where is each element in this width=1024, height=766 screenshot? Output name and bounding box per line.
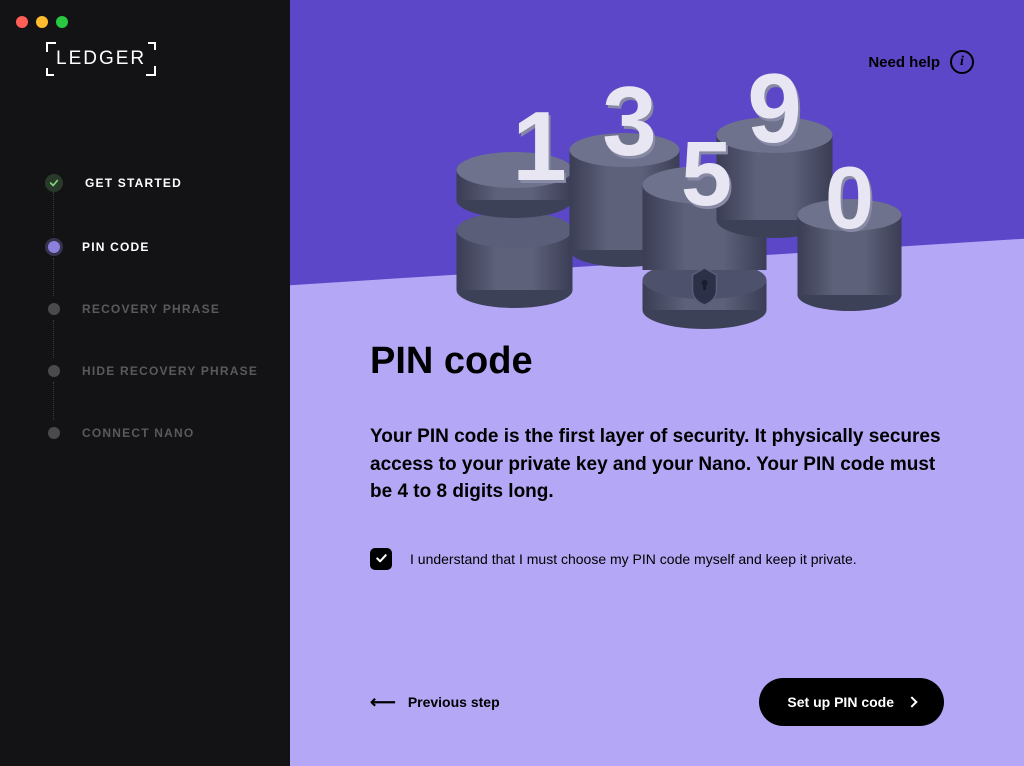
help-label: Need help — [868, 54, 940, 71]
consent-checkbox-row: I understand that I must choose my PIN c… — [370, 548, 944, 570]
app-container: LEDGER GET STARTED PIN CODE RECOVERY PHR — [0, 0, 1024, 766]
step-recovery-phrase[interactable]: RECOVERY PHRASE — [48, 302, 290, 364]
digit-9: 9 — [747, 53, 802, 163]
page-description: Your PIN code is the first layer of secu… — [370, 423, 944, 506]
step-dot-icon — [48, 427, 60, 439]
previous-label: Previous step — [408, 694, 500, 710]
window-minimize-button[interactable] — [36, 16, 48, 28]
setup-pin-button[interactable]: Set up PIN code — [759, 678, 944, 726]
steps-nav: GET STARTED PIN CODE RECOVERY PHRASE HID… — [48, 174, 290, 488]
help-button[interactable]: Need help i — [868, 50, 974, 74]
step-label: GET STARTED — [85, 176, 182, 190]
sidebar: LEDGER GET STARTED PIN CODE RECOVERY PHR — [0, 0, 290, 766]
digit-1: 1 — [512, 91, 567, 201]
step-label: HIDE RECOVERY PHRASE — [82, 364, 258, 378]
main-content: Need help i — [290, 0, 1024, 766]
page-title: PIN code — [370, 340, 944, 383]
consent-label: I understand that I must choose my PIN c… — [410, 551, 857, 567]
consent-checkbox[interactable] — [370, 548, 392, 570]
logo: LEDGER — [48, 44, 290, 74]
check-icon — [375, 552, 388, 565]
window-controls — [16, 16, 68, 28]
step-label: CONNECT NANO — [82, 426, 194, 440]
arrow-left-icon: ⟵ — [370, 692, 396, 713]
step-label: PIN CODE — [82, 240, 150, 254]
chevron-right-icon — [906, 696, 917, 707]
step-dot-icon — [48, 365, 60, 377]
window-maximize-button[interactable] — [56, 16, 68, 28]
window-close-button[interactable] — [16, 16, 28, 28]
step-pin-code[interactable]: PIN CODE — [48, 240, 290, 302]
check-icon — [45, 174, 63, 192]
step-label: RECOVERY PHRASE — [82, 302, 220, 316]
previous-step-button[interactable]: ⟵ Previous step — [370, 692, 500, 713]
footer-nav: ⟵ Previous step Set up PIN code — [370, 678, 944, 726]
step-hide-recovery-phrase[interactable]: HIDE RECOVERY PHRASE — [48, 364, 290, 426]
content-area: PIN code Your PIN code is the first laye… — [370, 340, 944, 570]
digit-0: 0 — [825, 148, 874, 247]
logo-text: LEDGER — [48, 44, 154, 74]
step-dot-icon — [48, 303, 60, 315]
digit-5: 5 — [681, 123, 732, 225]
next-label: Set up PIN code — [787, 694, 894, 710]
step-dot-icon — [48, 241, 60, 253]
digit-3: 3 — [602, 66, 657, 176]
pin-illustration: 1 3 5 9 0 — [455, 50, 905, 330]
step-connect-nano[interactable]: CONNECT NANO — [48, 426, 290, 488]
info-icon: i — [950, 50, 974, 74]
step-get-started[interactable]: GET STARTED — [48, 174, 290, 240]
